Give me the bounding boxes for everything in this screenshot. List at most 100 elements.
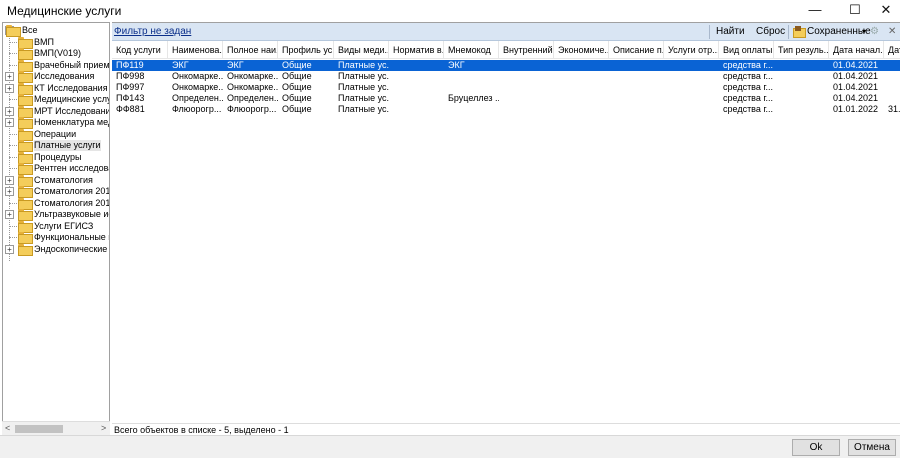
scroll-thumb[interactable]: [15, 425, 63, 433]
table-row[interactable]: ПФ997 Онкомарке... Онкомарке... Общие Платны…: [112, 82, 900, 93]
folder-icon: [18, 82, 33, 95]
tree-item-label: КТ Исследования: [34, 82, 108, 93]
tree-item[interactable]: ВМП(V019): [5, 48, 109, 60]
ok-button[interactable]: Ok: [792, 439, 840, 456]
tree-item-label: МРТ Исследования: [34, 105, 110, 116]
column-header[interactable]: Полное наи...: [223, 41, 278, 59]
tree-item[interactable]: + Стоматология 2014: [5, 186, 110, 198]
scroll-right-arrow-icon[interactable]: >: [101, 423, 106, 433]
tree-item[interactable]: Стоматология 2019: [5, 197, 110, 210]
column-header[interactable]: Дата начал...: [829, 41, 884, 59]
table-cell: ПФ119: [116, 60, 144, 70]
tree-item[interactable]: Врачебный прием: [5, 59, 109, 72]
settings-icon[interactable]: ⚙: [870, 26, 879, 37]
expand-icon[interactable]: +: [5, 210, 14, 219]
tree-item[interactable]: Услуги ЕГИСЗ: [5, 220, 109, 233]
table-row[interactable]: ПФ143 Определен... Определен... Общие Платны…: [112, 93, 900, 104]
column-header[interactable]: Услуги отр...: [664, 41, 719, 59]
column-header[interactable]: Дата: [884, 41, 900, 59]
tree-item[interactable]: ВМП: [5, 36, 109, 49]
folder-icon: [18, 151, 33, 164]
expand-icon[interactable]: +: [5, 106, 14, 116]
services-grid[interactable]: Код услуги Наименова... Полное наи... Профи…: [112, 41, 900, 421]
tree-item-label: ВМП(V019): [34, 48, 81, 58]
column-header[interactable]: Код услуги: [112, 41, 168, 59]
table-cell: средства г...: [723, 93, 774, 103]
maximize-button[interactable]: ☐: [838, 0, 872, 22]
table-cell: Бруцеллез ...: [448, 93, 499, 103]
table-cell: [444, 104, 499, 115]
close-icon[interactable]: ✕: [888, 26, 896, 37]
tree-item[interactable]: Функциональные исследования: [5, 232, 109, 244]
table-cell: [554, 60, 609, 71]
column-header[interactable]: Экономиче...: [554, 41, 609, 59]
table-cell: ЭКГ: [448, 60, 465, 70]
tree-item[interactable]: + КТ Исследования: [5, 82, 109, 95]
expand-icon[interactable]: +: [5, 72, 14, 81]
table-cell: средства г...: [723, 71, 774, 81]
table-cell: [774, 93, 829, 104]
table-cell: Онкомарке...: [227, 82, 278, 92]
table-cell: [609, 104, 664, 115]
table-cell: ПФ143: [116, 93, 145, 103]
chevron-down-icon[interactable]: ▾: [862, 27, 866, 36]
expand-icon[interactable]: +: [5, 244, 14, 254]
folder-icon: [18, 128, 33, 141]
filter-link[interactable]: Фильтр не задан: [114, 26, 191, 37]
tree-item[interactable]: + Эндоскопические исследования: [5, 243, 109, 256]
tree-item[interactable]: Платные услуги: [5, 140, 109, 152]
table-cell: 01.04.2021: [833, 60, 879, 70]
table-cell: 01.04.2021: [833, 82, 879, 92]
category-tree[interactable]: − Все ВМП ВМП(V019) Врачебный прием + Исследов…: [2, 22, 110, 435]
table-cell: [609, 82, 664, 93]
tree-item[interactable]: + МРТ Исследования: [5, 105, 110, 118]
tree-item-label: Стоматология 2019: [34, 197, 110, 208]
table-cell: Онкомарке...: [227, 71, 278, 81]
tree-item-label: Медицинские услуги: [34, 94, 109, 104]
table-cell: [884, 60, 900, 71]
tree-item-label: Все: [22, 25, 38, 35]
cancel-button[interactable]: Отмена: [848, 439, 896, 456]
minimize-button[interactable]: —: [798, 0, 832, 22]
table-row[interactable]: ПФ998 Онкомарке... Онкомарке... Общие Платны…: [112, 71, 900, 82]
tree-horizontal-scrollbar[interactable]: < >: [2, 421, 110, 435]
tree-item[interactable]: Операции: [5, 128, 109, 141]
expand-icon[interactable]: +: [5, 118, 14, 127]
table-cell: [554, 71, 609, 82]
tree-item[interactable]: Рентген исследования: [5, 163, 109, 175]
tree-item[interactable]: + Ультразвуковые исследования: [5, 209, 109, 221]
reset-button[interactable]: Сброс: [756, 26, 785, 37]
scroll-left-arrow-icon[interactable]: <: [5, 423, 10, 433]
expand-icon[interactable]: +: [5, 175, 14, 185]
column-header[interactable]: Мнемокод: [444, 41, 499, 59]
column-header[interactable]: Норматив в...: [389, 41, 444, 59]
table-cell: [499, 93, 554, 104]
expand-icon[interactable]: +: [5, 83, 14, 93]
table-row[interactable]: ФФ881 Флюорогр... Флюорогр... Общие Платные …: [112, 104, 900, 115]
column-header[interactable]: Тип резуль...: [774, 41, 829, 59]
table-cell: [389, 60, 444, 71]
table-cell: Платные ус...: [338, 82, 389, 92]
tree-item[interactable]: Медицинские услуги: [5, 94, 109, 106]
find-button[interactable]: Найти: [716, 26, 745, 37]
tree-item[interactable]: + Стоматология: [5, 174, 109, 187]
tree-item[interactable]: − Все: [5, 25, 109, 37]
tree-item[interactable]: + Исследования: [5, 71, 109, 83]
column-header[interactable]: Внутренний...: [499, 41, 554, 59]
expand-icon[interactable]: +: [5, 187, 14, 196]
tree-item[interactable]: + Номенклатура медицинских услуг: [5, 117, 109, 129]
column-header[interactable]: Вид оплаты...: [719, 41, 774, 59]
close-window-button[interactable]: ✕: [869, 0, 900, 22]
folder-icon: [18, 59, 33, 72]
saved-folder-icon[interactable]: [793, 26, 806, 38]
table-row[interactable]: ПФ119 ЭКГ ЭКГ Общие Платные ус... ЭКГ средства…: [112, 60, 900, 71]
column-header[interactable]: Профиль ус...: [278, 41, 334, 59]
column-header[interactable]: Описание п...: [609, 41, 664, 59]
toolbar: Фильтр не задан Найти Сброс Сохраненные …: [112, 23, 900, 41]
tree-item-label: Стоматология 2014: [34, 186, 110, 196]
column-header[interactable]: Виды меди...: [334, 41, 389, 59]
table-cell: [389, 104, 444, 115]
table-cell: [499, 71, 554, 82]
column-header[interactable]: Наименова...: [168, 41, 223, 59]
tree-item[interactable]: Процедуры: [5, 151, 109, 164]
